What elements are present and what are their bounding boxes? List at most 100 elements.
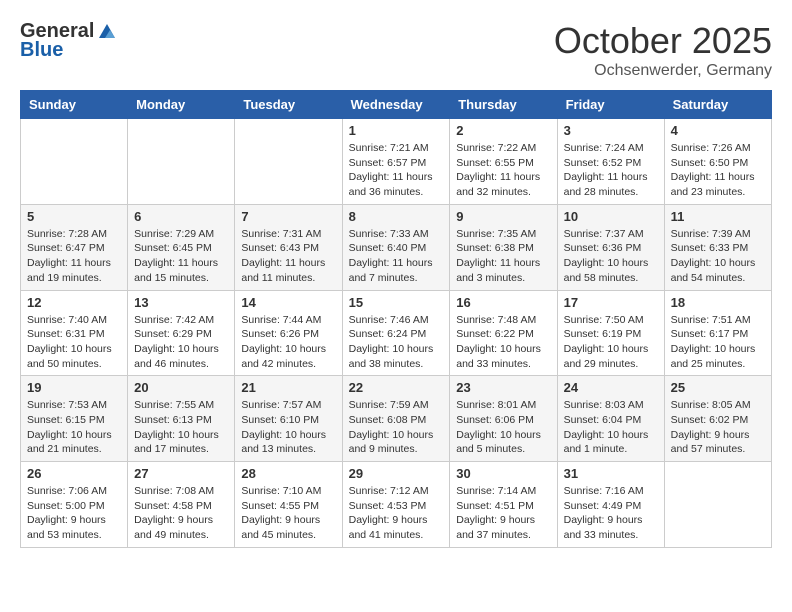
day-info: Sunrise: 7:16 AM Sunset: 4:49 PM Dayligh… (564, 484, 658, 543)
calendar-cell: 12Sunrise: 7:40 AM Sunset: 6:31 PM Dayli… (21, 290, 128, 376)
day-number: 24 (564, 380, 658, 395)
month-title: October 2025 (554, 20, 772, 62)
day-number: 31 (564, 466, 658, 481)
calendar-cell (21, 119, 128, 205)
day-number: 23 (456, 380, 550, 395)
calendar-cell: 30 Sunrise: 7:14 AM Sunset: 4:51 PM Dayli… (450, 462, 557, 548)
page-header: General Blue October 2025 Ochsenwerder, … (20, 20, 772, 80)
calendar-cell: 9Sunrise: 7:35 AM Sunset: 6:38 PM Daylig… (450, 204, 557, 290)
day-info: Sunrise: 7:55 AM Sunset: 6:13 PM Dayligh… (134, 398, 228, 457)
day-info: Sunrise: 7:22 AM Sunset: 6:55 PM Dayligh… (456, 141, 550, 200)
day-number: 12 (27, 295, 121, 310)
day-number: 5 (27, 209, 121, 224)
logo-blue-text: Blue (20, 39, 63, 62)
calendar-cell: 23 Sunrise: 8:01 AM Sunset: 6:06 PM Dayli… (450, 376, 557, 462)
calendar-cell: 1 Sunrise: 7:21 AM Sunset: 6:57 PM Daylig… (342, 119, 450, 205)
day-info: Sunrise: 7:10 AM Sunset: 4:55 PM Dayligh… (241, 484, 335, 543)
calendar-cell: 17 Sunrise: 7:50 AM Sunset: 6:19 PM Dayli… (557, 290, 664, 376)
calendar-cell (664, 462, 771, 548)
title-block: October 2025 Ochsenwerder, Germany (554, 20, 772, 80)
calendar-week-row: 1 Sunrise: 7:21 AM Sunset: 6:57 PM Daylig… (21, 119, 772, 205)
day-info: Sunrise: 7:31 AM Sunset: 6:43 PM Dayligh… (241, 227, 335, 286)
calendar-cell: 6Sunrise: 7:29 AM Sunset: 6:45 PM Daylig… (128, 204, 235, 290)
calendar-cell: 3 Sunrise: 7:24 AM Sunset: 6:52 PM Daylig… (557, 119, 664, 205)
day-info: Sunrise: 7:42 AM Sunset: 6:29 PM Dayligh… (134, 313, 228, 372)
day-info: Sunrise: 7:29 AM Sunset: 6:45 PM Dayligh… (134, 227, 228, 286)
calendar-cell: 15Sunrise: 7:46 AM Sunset: 6:24 PM Dayli… (342, 290, 450, 376)
day-info: Sunrise: 7:48 AM Sunset: 6:22 PM Dayligh… (456, 313, 550, 372)
calendar-cell: 22 Sunrise: 7:59 AM Sunset: 6:08 PM Dayli… (342, 376, 450, 462)
calendar-cell: 8 Sunrise: 7:33 AM Sunset: 6:40 PM Daylig… (342, 204, 450, 290)
day-number: 2 (456, 123, 550, 138)
calendar-cell: 18Sunrise: 7:51 AM Sunset: 6:17 PM Dayli… (664, 290, 771, 376)
day-info: Sunrise: 8:05 AM Sunset: 6:02 PM Dayligh… (671, 398, 765, 457)
day-info: Sunrise: 8:01 AM Sunset: 6:06 PM Dayligh… (456, 398, 550, 457)
calendar-cell: 21Sunrise: 7:57 AM Sunset: 6:10 PM Dayli… (235, 376, 342, 462)
calendar-week-row: 19 Sunrise: 7:53 AM Sunset: 6:15 PM Dayli… (21, 376, 772, 462)
day-number: 30 (456, 466, 550, 481)
column-header-monday: Monday (128, 91, 235, 119)
logo-icon (97, 22, 117, 42)
day-number: 29 (349, 466, 444, 481)
day-number: 14 (241, 295, 335, 310)
day-info: Sunrise: 7:24 AM Sunset: 6:52 PM Dayligh… (564, 141, 658, 200)
calendar-cell: 29 Sunrise: 7:12 AM Sunset: 4:53 PM Dayli… (342, 462, 450, 548)
calendar-cell: 13 Sunrise: 7:42 AM Sunset: 6:29 PM Dayli… (128, 290, 235, 376)
day-info: Sunrise: 7:26 AM Sunset: 6:50 PM Dayligh… (671, 141, 765, 200)
calendar-cell: 24 Sunrise: 8:03 AM Sunset: 6:04 PM Dayli… (557, 376, 664, 462)
day-info: Sunrise: 7:44 AM Sunset: 6:26 PM Dayligh… (241, 313, 335, 372)
calendar-cell: 20 Sunrise: 7:55 AM Sunset: 6:13 PM Dayli… (128, 376, 235, 462)
day-number: 28 (241, 466, 335, 481)
column-header-wednesday: Wednesday (342, 91, 450, 119)
day-info: Sunrise: 8:03 AM Sunset: 6:04 PM Dayligh… (564, 398, 658, 457)
calendar-cell: 31 Sunrise: 7:16 AM Sunset: 4:49 PM Dayli… (557, 462, 664, 548)
day-number: 25 (671, 380, 765, 395)
day-info: Sunrise: 7:21 AM Sunset: 6:57 PM Dayligh… (349, 141, 444, 200)
day-info: Sunrise: 7:50 AM Sunset: 6:19 PM Dayligh… (564, 313, 658, 372)
calendar-header-row: SundayMondayTuesdayWednesdayThursdayFrid… (21, 91, 772, 119)
day-info: Sunrise: 7:12 AM Sunset: 4:53 PM Dayligh… (349, 484, 444, 543)
calendar-week-row: 12Sunrise: 7:40 AM Sunset: 6:31 PM Dayli… (21, 290, 772, 376)
day-number: 17 (564, 295, 658, 310)
day-info: Sunrise: 7:37 AM Sunset: 6:36 PM Dayligh… (564, 227, 658, 286)
calendar-cell: 4 Sunrise: 7:26 AM Sunset: 6:50 PM Daylig… (664, 119, 771, 205)
day-number: 19 (27, 380, 121, 395)
day-number: 9 (456, 209, 550, 224)
day-info: Sunrise: 7:39 AM Sunset: 6:33 PM Dayligh… (671, 227, 765, 286)
day-number: 13 (134, 295, 228, 310)
day-number: 10 (564, 209, 658, 224)
calendar-week-row: 5 Sunrise: 7:28 AM Sunset: 6:47 PM Daylig… (21, 204, 772, 290)
calendar-cell: 25 Sunrise: 8:05 AM Sunset: 6:02 PM Dayli… (664, 376, 771, 462)
day-info: Sunrise: 7:33 AM Sunset: 6:40 PM Dayligh… (349, 227, 444, 286)
day-number: 4 (671, 123, 765, 138)
calendar-cell: 2 Sunrise: 7:22 AM Sunset: 6:55 PM Daylig… (450, 119, 557, 205)
calendar-cell: 28 Sunrise: 7:10 AM Sunset: 4:55 PM Dayli… (235, 462, 342, 548)
day-number: 8 (349, 209, 444, 224)
calendar-cell: 26Sunrise: 7:06 AM Sunset: 5:00 PM Dayli… (21, 462, 128, 548)
column-header-friday: Friday (557, 91, 664, 119)
calendar-cell: 14 Sunrise: 7:44 AM Sunset: 6:26 PM Dayli… (235, 290, 342, 376)
calendar-cell: 5 Sunrise: 7:28 AM Sunset: 6:47 PM Daylig… (21, 204, 128, 290)
day-info: Sunrise: 7:14 AM Sunset: 4:51 PM Dayligh… (456, 484, 550, 543)
day-info: Sunrise: 7:28 AM Sunset: 6:47 PM Dayligh… (27, 227, 121, 286)
calendar-table: SundayMondayTuesdayWednesdayThursdayFrid… (20, 90, 772, 548)
day-number: 22 (349, 380, 444, 395)
day-number: 3 (564, 123, 658, 138)
day-info: Sunrise: 7:59 AM Sunset: 6:08 PM Dayligh… (349, 398, 444, 457)
day-info: Sunrise: 7:53 AM Sunset: 6:15 PM Dayligh… (27, 398, 121, 457)
column-header-saturday: Saturday (664, 91, 771, 119)
column-header-thursday: Thursday (450, 91, 557, 119)
day-number: 15 (349, 295, 444, 310)
calendar-cell: 11Sunrise: 7:39 AM Sunset: 6:33 PM Dayli… (664, 204, 771, 290)
day-number: 26 (27, 466, 121, 481)
day-number: 16 (456, 295, 550, 310)
logo: General Blue (20, 20, 118, 62)
calendar-cell: 10 Sunrise: 7:37 AM Sunset: 6:36 PM Dayli… (557, 204, 664, 290)
calendar-week-row: 26Sunrise: 7:06 AM Sunset: 5:00 PM Dayli… (21, 462, 772, 548)
day-info: Sunrise: 7:08 AM Sunset: 4:58 PM Dayligh… (134, 484, 228, 543)
day-number: 1 (349, 123, 444, 138)
day-number: 20 (134, 380, 228, 395)
calendar-cell: 19 Sunrise: 7:53 AM Sunset: 6:15 PM Dayli… (21, 376, 128, 462)
calendar-cell (235, 119, 342, 205)
day-number: 18 (671, 295, 765, 310)
